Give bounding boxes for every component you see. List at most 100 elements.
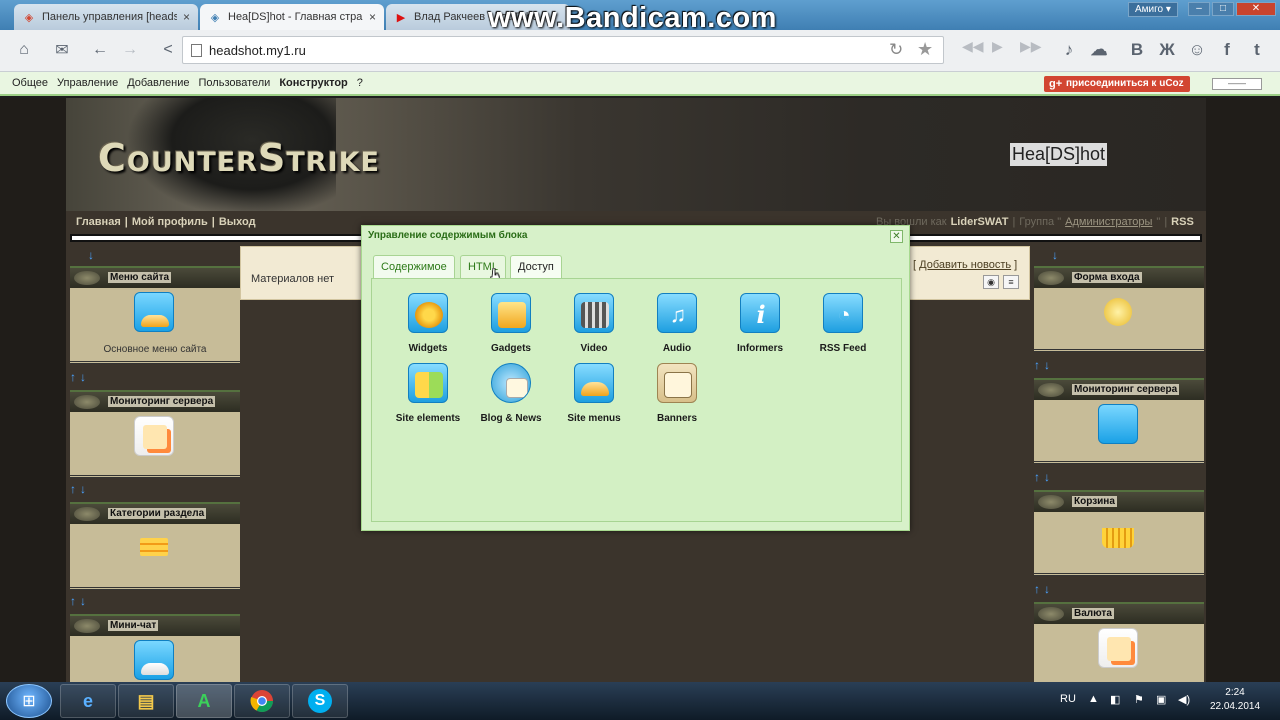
move-arrows-icon[interactable]: ↑↓ <box>1034 358 1054 372</box>
skype-icon[interactable]: S <box>292 684 348 718</box>
tray-app-icon[interactable]: ◧ <box>1110 693 1120 706</box>
tile-site-elements[interactable]: Site elements <box>386 363 470 433</box>
maximize-button[interactable]: □ <box>1212 2 1234 16</box>
moi-mir-icon[interactable]: ☺ <box>1184 37 1210 63</box>
tab-content[interactable]: Содержимое <box>373 255 455 279</box>
network-icon[interactable]: ▣ <box>1156 693 1166 706</box>
add-news-link[interactable]: [ Добавить новость ] <box>913 259 1017 271</box>
move-arrows-icon[interactable]: ↑↓ <box>1034 470 1054 484</box>
mail-icon[interactable]: ✉ <box>48 37 76 63</box>
nav-logout[interactable]: Выход <box>219 216 256 228</box>
rewind-icon[interactable]: ◀◀ <box>962 38 984 55</box>
forward-icon[interactable]: → <box>116 37 144 63</box>
tab-headshot[interactable]: ◈ Hea[DS]hot - Главная стран × <box>200 4 384 30</box>
move-arrows-icon[interactable]: ↑↓ <box>70 482 90 496</box>
categories-icon <box>134 528 174 568</box>
close-icon[interactable]: × <box>183 10 190 24</box>
flag-icon[interactable]: ⚑ <box>1134 693 1144 706</box>
close-icon[interactable]: × <box>369 10 376 24</box>
banners-icon <box>657 363 697 403</box>
menu-management[interactable]: Управление <box>57 77 118 89</box>
tile-label: Audio <box>662 343 692 354</box>
home-icon[interactable]: ⌂ <box>10 37 38 63</box>
block-login-form: Форма входа <box>1034 266 1204 352</box>
view-icon[interactable]: ◉ <box>983 275 999 289</box>
block-title: Корзина <box>1072 496 1117 507</box>
start-button[interactable]: ⊞ <box>6 684 52 718</box>
ucoz-admin-bar: Общее Управление Добавление Пользователи… <box>0 72 1280 96</box>
tile-video[interactable]: Video <box>552 293 636 363</box>
volume-icon[interactable]: ◀) <box>1178 693 1190 706</box>
move-arrows-icon[interactable]: ↑↓ <box>70 370 90 384</box>
reload-icon[interactable]: ↻ <box>889 40 903 60</box>
star-icon[interactable]: ★ <box>917 39 933 60</box>
block-title: Меню сайта <box>108 272 172 283</box>
basket-icon <box>1098 516 1138 556</box>
widget-panel: Widgets Gadgets Video ♫ Audio i Informer… <box>371 278 902 522</box>
file-explorer-icon[interactable]: ▤ <box>118 684 174 718</box>
back-icon[interactable]: ← <box>86 37 114 63</box>
grenade-icon <box>74 619 100 633</box>
tab-access[interactable]: Доступ <box>510 255 562 279</box>
key-icon <box>1098 292 1138 332</box>
facebook-icon[interactable]: f <box>1214 37 1240 63</box>
join-ucoz-button[interactable]: g+ присоединиться к uCoz <box>1044 76 1190 92</box>
move-arrows-icon[interactable]: ↑↓ <box>70 594 90 608</box>
block-title-bar: Мониторинг сервера <box>1034 378 1204 400</box>
minimize-button[interactable]: – <box>1188 2 1210 16</box>
tile-blog-news[interactable]: Blog & News <box>469 363 553 433</box>
move-down-icon[interactable]: ↓ <box>1052 248 1062 262</box>
chat-icon[interactable]: ☁ <box>1086 37 1112 63</box>
block-body: Основное меню сайта <box>70 288 240 364</box>
play-icon[interactable]: ▶ <box>992 38 1003 55</box>
rss-link[interactable]: RSS <box>1171 216 1194 228</box>
menu-users[interactable]: Пользователи <box>199 77 271 89</box>
address-bar[interactable]: headshot.my1.ru ↻ ★ <box>182 36 944 64</box>
window-close-button[interactable]: ✕ <box>1236 2 1276 16</box>
menu-add[interactable]: Добавление <box>127 77 189 89</box>
site-elements-icon <box>408 363 448 403</box>
clock[interactable]: 2:24 22.04.2014 <box>1206 686 1264 714</box>
tile-audio[interactable]: ♫ Audio <box>635 293 719 363</box>
music-icon[interactable]: ♪ <box>1056 37 1082 63</box>
tile-banners[interactable]: Banners <box>635 363 719 433</box>
tile-gadgets[interactable]: Gadgets <box>469 293 553 363</box>
language-indicator[interactable]: RU <box>1060 693 1076 705</box>
tile-widgets[interactable]: Widgets <box>386 293 470 363</box>
group-name[interactable]: Администраторы <box>1065 216 1152 228</box>
internet-explorer-icon[interactable]: e <box>60 684 116 718</box>
block-title-bar: Валюта <box>1034 602 1204 624</box>
settings-icon[interactable]: ≡ <box>1003 275 1019 289</box>
share-icon[interactable]: < <box>154 37 182 63</box>
browser-tab-bar: ◈ Панель управления [heads × ◈ Hea[DS]ho… <box>0 0 1280 34</box>
close-icon[interactable]: ✕ <box>890 230 903 243</box>
vk-icon[interactable]: B <box>1124 37 1150 63</box>
collapse-bar-button[interactable]: —— <box>1212 78 1262 90</box>
chrome-icon[interactable] <box>234 684 290 718</box>
move-arrows-icon[interactable]: ↑↓ <box>1034 582 1054 596</box>
app-a-icon[interactable]: A <box>176 684 232 718</box>
fast-forward-icon[interactable]: ▶▶ <box>1020 38 1042 55</box>
block-body <box>1034 400 1204 464</box>
menu-constructor[interactable]: Конструктор <box>279 77 347 89</box>
tile-site-menus[interactable]: Site menus <box>552 363 636 433</box>
odnoklassniki-icon[interactable]: Ж <box>1154 37 1180 63</box>
tray-expand-icon[interactable]: ▲ <box>1088 693 1099 705</box>
browser-user-badge[interactable]: Амиго ▾ <box>1128 2 1178 17</box>
twitter-icon[interactable]: t <box>1244 37 1270 63</box>
site-name: Hea[DS]hot <box>1010 143 1108 166</box>
nav-profile[interactable]: Мой профиль <box>132 216 208 228</box>
site-menus-icon <box>574 363 614 403</box>
tile-informers[interactable]: i Informers <box>718 293 802 363</box>
move-down-icon[interactable]: ↓ <box>88 248 98 262</box>
tab-control-panel[interactable]: ◈ Панель управления [heads × <box>14 4 198 30</box>
group-suffix: " <box>1156 216 1161 228</box>
login-user[interactable]: LiderSWAT <box>951 216 1009 228</box>
currency-icon <box>1098 628 1138 668</box>
block-title-bar: Мониторинг сервера <box>70 390 240 412</box>
menu-general[interactable]: Общее <box>12 77 48 89</box>
menu-help[interactable]: ? <box>357 77 363 89</box>
tile-rss-feed[interactable]: ◔ RSS Feed <box>801 293 885 363</box>
nav-home[interactable]: Главная <box>76 216 121 228</box>
block-caption[interactable]: Основное меню сайта <box>70 344 240 355</box>
